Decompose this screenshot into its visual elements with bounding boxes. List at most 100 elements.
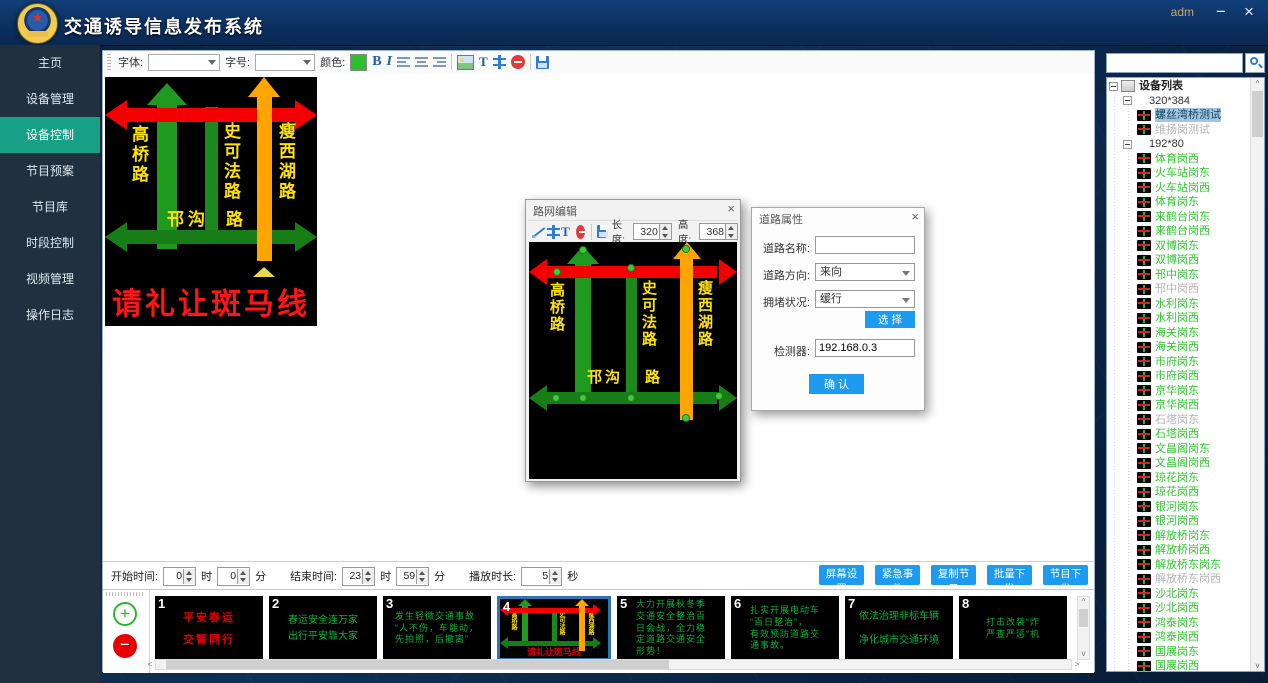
bold-button[interactable]: B — [372, 54, 381, 70]
font-size-select[interactable] — [255, 54, 315, 71]
device-search-input[interactable] — [1106, 53, 1243, 73]
control-point[interactable] — [682, 414, 690, 422]
sidebar-item[interactable]: 主页 — [0, 45, 100, 81]
tree-node[interactable]: 体育岗东 — [1107, 195, 1251, 210]
filmstrip-horizontal-scrollbar[interactable]: < > — [155, 659, 1072, 670]
stepper-arrows[interactable] — [659, 224, 671, 239]
frame-thumbnail[interactable]: 7 依法治理非标车辆 净化城市交通环境 高桥路 史可法路 瘦西湖路 — [845, 596, 953, 661]
tree-node[interactable]: 火车站岗西 — [1107, 181, 1251, 196]
control-point[interactable] — [627, 264, 635, 272]
tree-node[interactable]: 水利岗东 — [1107, 297, 1251, 312]
road-direction-select[interactable]: 来向 — [815, 263, 915, 281]
tree-node[interactable]: 京华岗东 — [1107, 384, 1251, 399]
delete-icon[interactable] — [576, 225, 585, 239]
align-center-icon[interactable] — [415, 57, 428, 68]
sidebar-item[interactable]: 节目库 — [0, 189, 100, 225]
minimize-button[interactable]: − — [1210, 1, 1232, 23]
tree-node[interactable]: 解放桥东岗东 — [1107, 558, 1251, 573]
start-minute-stepper[interactable]: 0 — [217, 567, 250, 586]
control-point[interactable] — [553, 268, 561, 276]
control-point[interactable] — [715, 392, 723, 400]
control-point[interactable] — [682, 245, 690, 253]
filmstrip-vertical-scrollbar[interactable]: ^ v — [1077, 596, 1090, 660]
tree-node[interactable]: 鸿泰岗东 — [1107, 616, 1251, 631]
tree-node[interactable]: 双博岗西 — [1107, 253, 1251, 268]
dialog-close-icon[interactable]: × — [727, 201, 735, 216]
road-tool-icon[interactable] — [547, 225, 555, 239]
control-point[interactable] — [627, 394, 635, 402]
length-stepper[interactable]: 320 — [633, 223, 672, 240]
tree-node[interactable]: 市府岗东 — [1107, 355, 1251, 370]
height-stepper[interactable]: 368 — [699, 223, 738, 240]
tree-node[interactable]: 解放桥岗西 — [1107, 543, 1251, 558]
tree-node[interactable]: 石塔岗东 — [1107, 413, 1251, 428]
scrollbar-thumb[interactable] — [166, 660, 669, 669]
tree-node[interactable]: 双博岗东 — [1107, 239, 1251, 254]
tree-node[interactable]: 京华岗西 — [1107, 398, 1251, 413]
congestion-select[interactable]: 缓行 — [815, 290, 915, 308]
search-button[interactable] — [1245, 53, 1265, 73]
draw-line-icon[interactable] — [532, 225, 541, 239]
tree-node[interactable]: 国展岗西 — [1107, 659, 1251, 671]
collapse-icon[interactable] — [1109, 82, 1118, 91]
scroll-up-arrow[interactable]: ^ — [1251, 78, 1264, 89]
dialog-close-icon[interactable]: × — [911, 209, 919, 224]
tree-node[interactable]: 银河岗东 — [1107, 500, 1251, 515]
tree-node[interactable]: 海关岗西 — [1107, 340, 1251, 355]
insert-text-icon[interactable]: T — [479, 54, 488, 70]
action-button[interactable]: 屏幕设置 — [819, 565, 864, 585]
tree-node[interactable]: 沙北岗东 — [1107, 587, 1251, 602]
road-network-icon[interactable] — [493, 55, 506, 69]
align-left-icon[interactable] — [397, 57, 410, 68]
tree-node[interactable]: 文昌阁岗西 — [1107, 456, 1251, 471]
control-point[interactable] — [552, 394, 560, 402]
stepper-arrows[interactable] — [237, 569, 249, 584]
tree-node[interactable]: 邗中岗西 — [1107, 282, 1251, 297]
frame-thumbnail[interactable]: 4 高桥路 史可法路 瘦西湖路 请礼让斑马线 — [497, 596, 611, 661]
sidebar-item[interactable]: 时段控制 — [0, 225, 100, 261]
scroll-down-arrow[interactable]: v — [1251, 660, 1264, 671]
logged-in-user[interactable]: adm — [1171, 5, 1194, 19]
select-detector-button[interactable]: 选 择 — [865, 311, 915, 328]
scroll-right-arrow[interactable]: > — [1072, 659, 1082, 670]
insert-image-icon[interactable] — [457, 55, 474, 70]
frame-thumbnail[interactable]: 6 扎实开展电动车 “百日整治”， 有效预防道路交 通事故。 高桥路 史可法路 … — [731, 596, 839, 661]
scrollbar-thumb[interactable] — [1252, 91, 1263, 137]
delete-icon[interactable] — [511, 55, 525, 69]
stepper-arrows[interactable] — [549, 569, 561, 584]
tree-node[interactable]: 解放桥东岗西 — [1107, 572, 1251, 587]
close-button[interactable]: × — [1238, 1, 1260, 23]
tree-node[interactable]: 鸿泰岗西 — [1107, 630, 1251, 645]
sidebar-item[interactable]: 设备管理 — [0, 81, 100, 117]
frame-thumbnail[interactable]: 2 春运安全连万家 出行平安靠大家 高桥路 史可法路 瘦西湖路 — [269, 596, 377, 661]
tree-node[interactable]: 体育岗西 — [1107, 152, 1251, 167]
action-button[interactable]: 复制节目 — [931, 565, 976, 585]
tree-node[interactable]: 320*384 — [1107, 94, 1251, 109]
tree-node[interactable]: 石塔岗西 — [1107, 427, 1251, 442]
end-hour-stepper[interactable]: 23 — [342, 567, 375, 586]
sidebar-item[interactable]: 操作日志 — [0, 297, 100, 333]
collapse-icon[interactable] — [1123, 96, 1132, 105]
tree-node[interactable]: 来鹤台岗东 — [1107, 210, 1251, 225]
tree-node[interactable]: 维扬岗测试 — [1107, 123, 1251, 138]
tree-node[interactable]: 螺丝湾桥测试 — [1107, 108, 1251, 123]
detector-input[interactable] — [815, 339, 915, 357]
stepper-arrows[interactable] — [362, 569, 374, 584]
start-hour-stepper[interactable]: 0 — [163, 567, 196, 586]
add-frame-button[interactable]: + — [113, 602, 137, 626]
confirm-button[interactable]: 确 认 — [809, 374, 864, 394]
sidebar-item[interactable]: 节目预案 — [0, 153, 100, 189]
stepper-arrows[interactable] — [416, 569, 428, 584]
control-point[interactable] — [579, 246, 587, 254]
tree-node[interactable]: 解放桥岗东 — [1107, 529, 1251, 544]
tree-node[interactable]: 海关岗东 — [1107, 326, 1251, 341]
scrollbar-thumb[interactable] — [1079, 609, 1088, 627]
scroll-left-arrow[interactable]: < — [145, 659, 155, 670]
stepper-arrows[interactable] — [725, 224, 737, 239]
frame-thumbnail[interactable]: 8 打击改装“炸 严查严惩“机 高桥路 史可法路 瘦西湖路 — [959, 596, 1067, 661]
tree-node[interactable]: 邗中岗东 — [1107, 268, 1251, 283]
frame-thumbnail[interactable]: 5 大力开展秋冬季 交通安全整治百 日会战，全力稳 定道路交通安全 形势！ 高桥… — [617, 596, 725, 661]
sidebar-item[interactable]: 视频管理 — [0, 261, 100, 297]
tree-node[interactable]: 琼花岗东 — [1107, 471, 1251, 486]
end-minute-stepper[interactable]: 59 — [396, 567, 429, 586]
